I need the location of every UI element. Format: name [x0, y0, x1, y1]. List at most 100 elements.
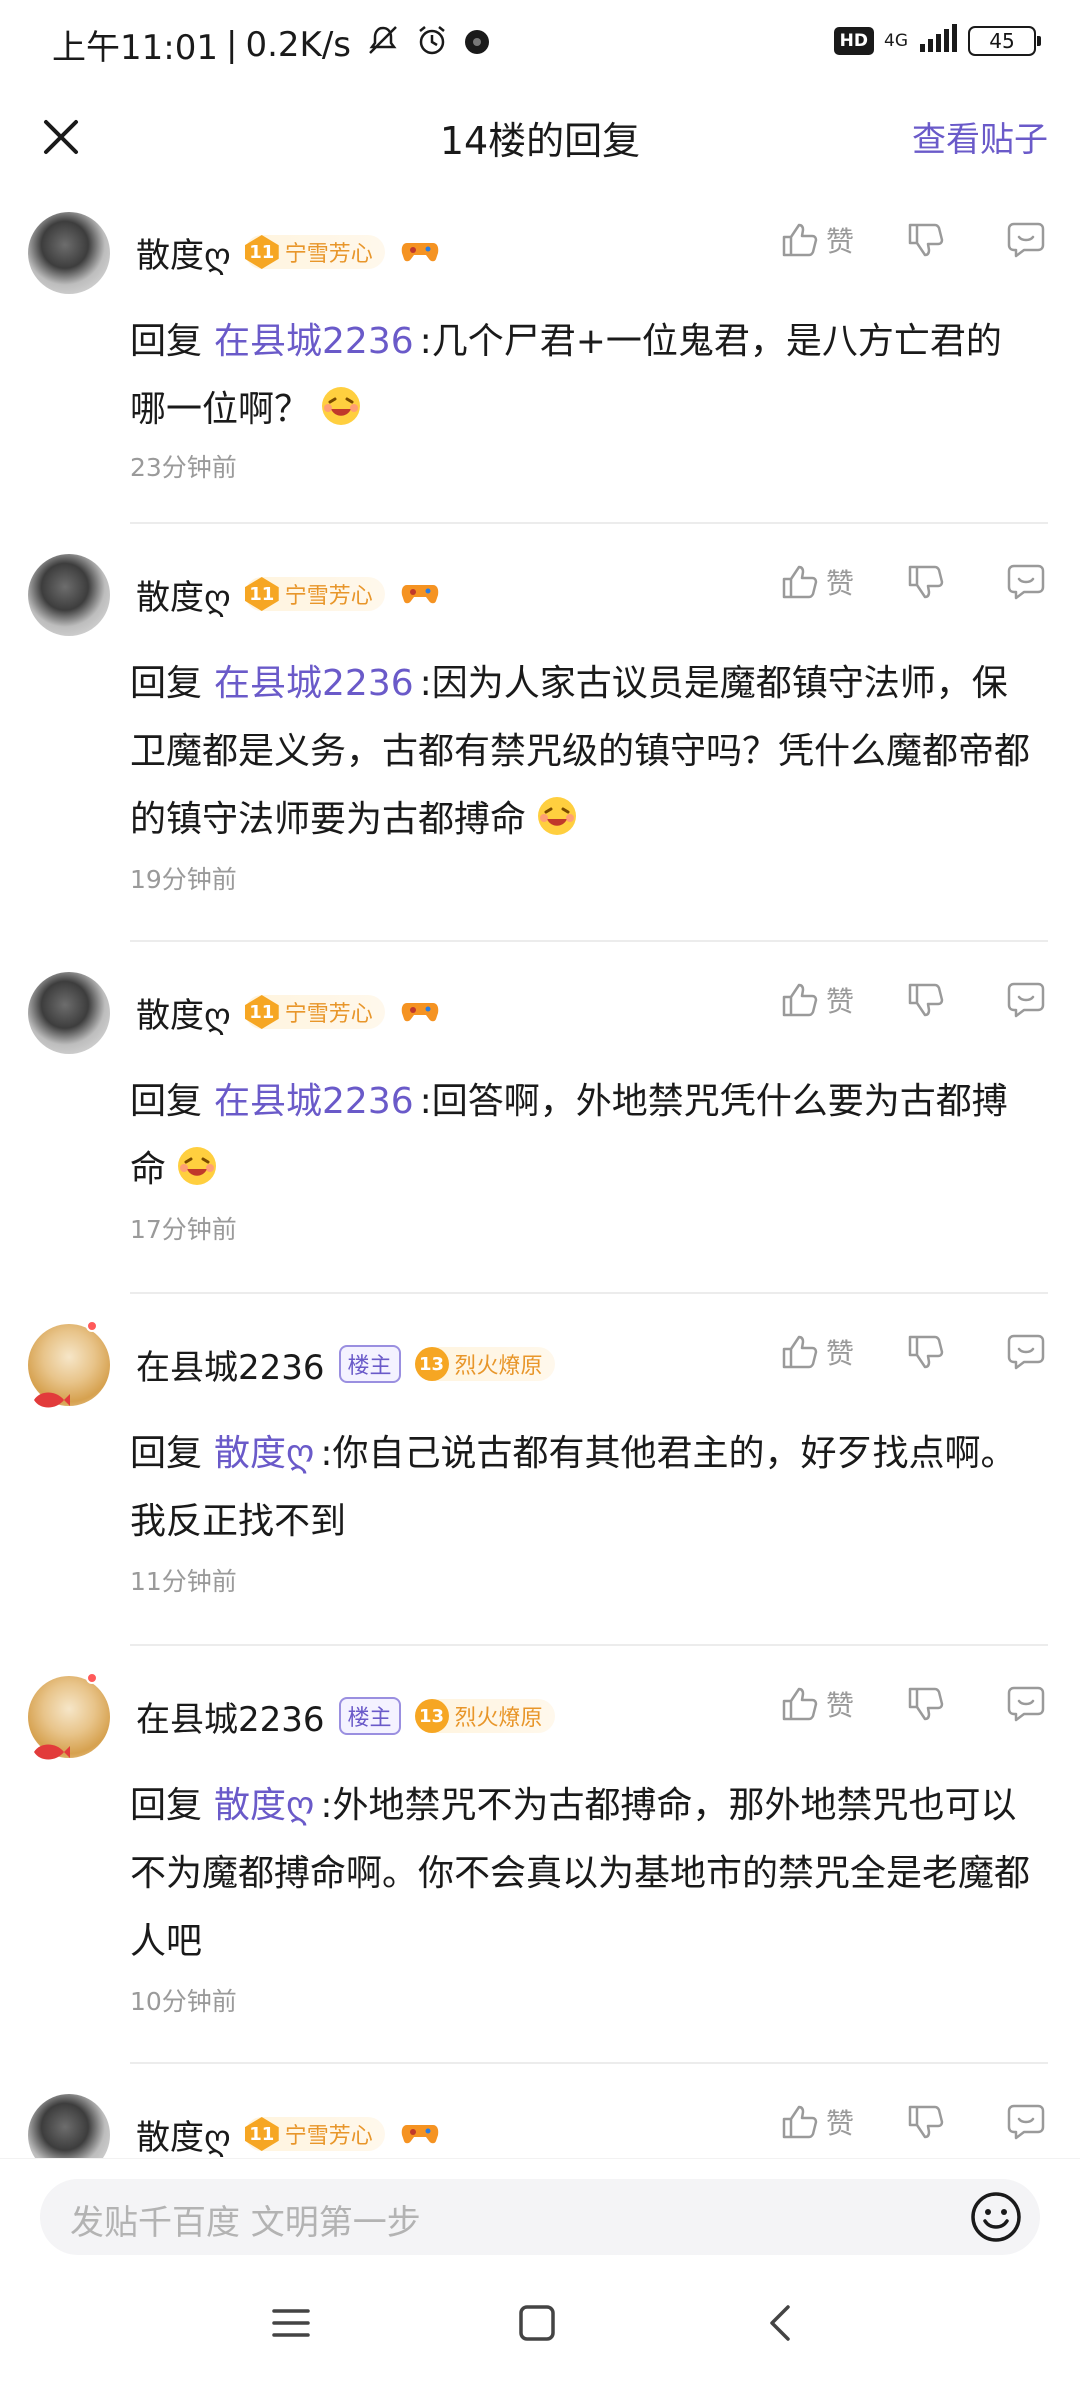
reply-actions: 赞: [780, 1684, 1046, 1724]
comment-input-bar: 发贴千百度 文明第一步: [0, 2158, 1080, 2258]
like-label: 赞: [825, 1689, 854, 1722]
level-number: 11: [244, 2117, 279, 2151]
level-name: 烈火燎原: [454, 1354, 543, 1379]
gamepad-icon: [401, 995, 439, 1029]
mention-link[interactable]: 在县城2236: [214, 1081, 414, 1122]
dislike-button[interactable]: [906, 221, 944, 259]
reply-actions: 赞: [780, 2102, 1046, 2142]
avatar[interactable]: [28, 554, 110, 636]
reply-button[interactable]: [1006, 981, 1046, 1019]
thumbs-up-icon: [782, 565, 818, 599]
avatar[interactable]: [28, 2094, 110, 2158]
gamepad-icon: [401, 577, 439, 611]
level-number: 13: [414, 1347, 449, 1381]
reply-item: 在县城2236 楼主 13 烈火燎原 赞 回复 散度ღ:你自己说古都有其他君主的，…: [0, 1294, 1080, 1646]
network-speed: 0.2K/s: [245, 24, 351, 65]
reply-time: 11分钟前: [130, 1567, 237, 1596]
username[interactable]: 散度ღ: [136, 988, 231, 1037]
battery-indicator: 45: [968, 26, 1041, 56]
dislike-button[interactable]: [906, 563, 944, 601]
level-badge: 11 宁雪芳心: [244, 577, 385, 611]
mention-link[interactable]: 在县城2236: [214, 663, 414, 704]
reply-header: 散度ღ 11 宁雪芳心: [136, 982, 439, 1042]
reply-item: 散度ღ 11 宁雪芳心 赞 回复 在县城2236:因为人家古议员是魔都镇守法师，保…: [0, 524, 1080, 942]
menu-icon: [272, 2309, 310, 2337]
level-badge: 11 宁雪芳心: [244, 2117, 385, 2151]
reply-actions: 赞: [780, 980, 1046, 1020]
reply-prefix: 回复: [130, 663, 203, 704]
badge-dot: [86, 1320, 98, 1332]
reply-button[interactable]: [1006, 1333, 1046, 1371]
reply-button[interactable]: [1006, 221, 1046, 259]
reply-content: 回复 在县城2236:回答啊，外地禁咒凭什么要为古都搏命: [130, 1068, 1036, 1210]
username[interactable]: 散度ღ: [136, 2110, 231, 2159]
dislike-button[interactable]: [906, 981, 944, 1019]
level-name: 宁雪芳心: [284, 242, 373, 267]
alarm-icon: [415, 23, 449, 66]
level-name: 宁雪芳心: [284, 1002, 373, 1027]
like-button[interactable]: 赞: [780, 562, 854, 602]
like-label: 赞: [825, 985, 854, 1018]
thumbs-up-icon: [782, 1687, 818, 1721]
status-right: HD 4G 45: [833, 24, 1041, 58]
badge-dot: [86, 1672, 98, 1684]
avatar[interactable]: [28, 972, 110, 1054]
reply-button[interactable]: [1006, 2103, 1046, 2141]
menu-nav-button[interactable]: [270, 2302, 312, 2348]
reply-list[interactable]: 散度ღ 11 宁雪芳心 赞 回复 在县城2236:几个尸君+一位鬼君，是八方亡君的…: [0, 182, 1080, 2158]
username[interactable]: 在县城2236: [136, 1692, 325, 1741]
level-badge: 11 宁雪芳心: [244, 235, 385, 269]
level-name: 宁雪芳心: [284, 2124, 373, 2149]
thumbs-down-icon: [908, 1335, 944, 1369]
level-badge: 11 宁雪芳心: [244, 995, 385, 1029]
comment-icon: [1007, 222, 1045, 258]
username[interactable]: 散度ღ: [136, 570, 231, 619]
system-navigation-bar: [0, 2258, 1080, 2400]
thumbs-down-icon: [908, 983, 944, 1017]
like-button[interactable]: 赞: [780, 980, 854, 1020]
status-bar: 上午11:01 | 0.2K/s HD 4G 45: [0, 0, 1080, 92]
like-label: 赞: [825, 567, 854, 600]
network-type: 4G: [884, 31, 908, 51]
emoji-button[interactable]: [968, 2189, 1024, 2249]
reply-button[interactable]: [1006, 1685, 1046, 1723]
username[interactable]: 在县城2236: [136, 1340, 325, 1389]
mention-link[interactable]: 散度ღ: [214, 1433, 314, 1474]
comment-icon: [1007, 1686, 1045, 1722]
mention-link[interactable]: 在县城2236: [214, 321, 414, 362]
record-icon: [463, 25, 491, 65]
reply-prefix: 回复: [130, 1081, 203, 1122]
view-post-link[interactable]: 查看贴子: [912, 112, 1048, 161]
reply-button[interactable]: [1006, 563, 1046, 601]
reply-content: 回复 在县城2236:因为人家古议员是魔都镇守法师，保卫魔都是义务，古都有禁咒级的…: [130, 650, 1036, 860]
avatar[interactable]: [28, 212, 110, 294]
level-number: 13: [414, 1699, 449, 1733]
dislike-button[interactable]: [906, 1333, 944, 1371]
reply-time: 23分钟前: [130, 453, 237, 482]
home-nav-button[interactable]: [516, 2302, 558, 2348]
like-button[interactable]: 赞: [780, 1684, 854, 1724]
level-number: 11: [244, 577, 279, 611]
comment-icon: [1007, 2104, 1045, 2140]
koi-decoration-icon: [34, 1744, 70, 1760]
like-button[interactable]: 赞: [780, 1332, 854, 1372]
reply-time: 19分钟前: [130, 865, 237, 894]
level-number: 11: [244, 995, 279, 1029]
back-icon: [770, 2305, 790, 2341]
dislike-button[interactable]: [906, 1685, 944, 1723]
username[interactable]: 散度ღ: [136, 228, 231, 277]
level-badge: 13 烈火燎原: [414, 1699, 555, 1733]
like-button[interactable]: 赞: [780, 220, 854, 260]
hd-badge: HD: [833, 27, 874, 55]
dislike-button[interactable]: [906, 2103, 944, 2141]
reply-item: 在县城2236 楼主 13 烈火燎原 赞 回复 散度ღ:外地禁咒不为古都搏命，那外…: [0, 1646, 1080, 2064]
home-square-icon: [519, 2305, 555, 2341]
smiley-icon: [971, 2192, 1021, 2242]
like-label: 赞: [825, 1337, 854, 1370]
reply-content: 回复 散度ღ:你自己说古都有其他君主的，好歹找点啊。我反正找不到: [130, 1420, 1036, 1556]
back-nav-button[interactable]: [760, 2302, 802, 2348]
mention-link[interactable]: 散度ღ: [214, 1785, 314, 1826]
host-tag: 楼主: [338, 1697, 401, 1735]
like-button[interactable]: 赞: [780, 2102, 854, 2142]
comment-input[interactable]: 发贴千百度 文明第一步: [40, 2179, 1040, 2255]
